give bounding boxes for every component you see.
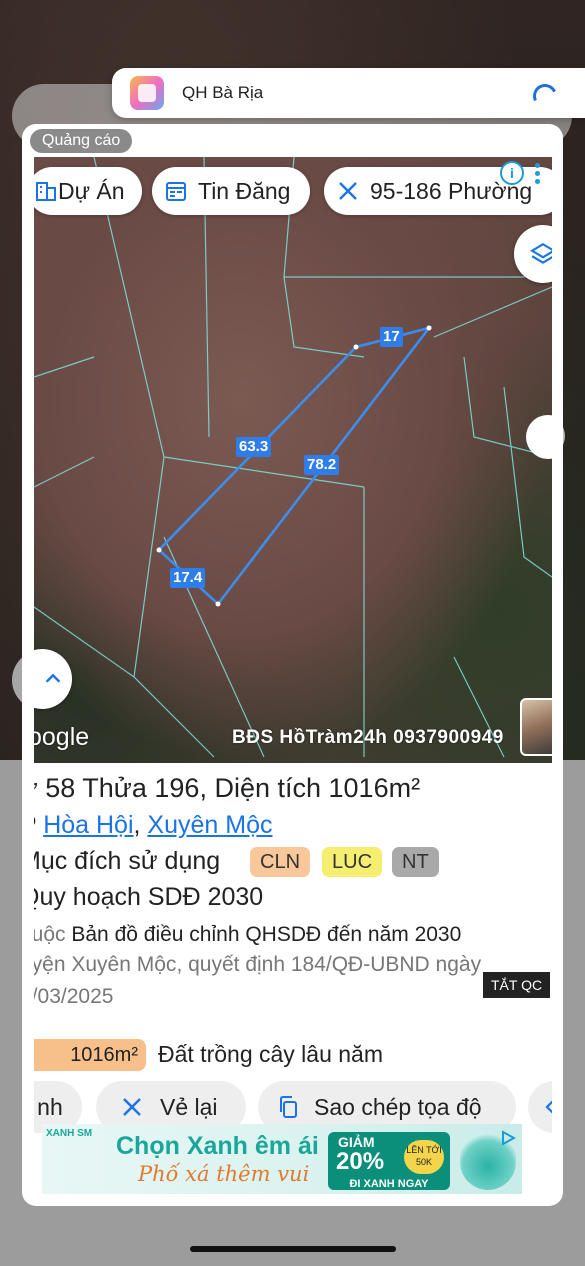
tag-cln[interactable]: CLN [250,847,311,877]
district-link[interactable]: Xuyên Mộc [147,811,272,839]
segment-length-label: 63.3 [236,437,272,457]
app-banner[interactable]: QH Bà Rịa [112,68,585,118]
brand-logo: XANH SM [46,1128,93,1139]
ad-content[interactable]: 17 63.3 78.2 17.4 Dự Án Tin Đăng 95-186 … [34,157,552,1195]
promo-value: 20% [336,1148,385,1175]
promo-headline: Chọn Xanh êm ái [116,1132,319,1160]
promo-subline: Phố xá thêm vui [138,1162,310,1186]
parcel-title: ờ 58 Thửa 196, Diện tích 1016m² [34,773,421,803]
tag-luc[interactable]: LUC [322,847,383,877]
promo-cta[interactable]: ĐI XANH NGAY [328,1178,450,1190]
calendar-icon [166,182,186,201]
chip-tin-dang[interactable]: Tin Đăng [152,167,310,215]
advertiser-thumbnail[interactable] [520,698,552,756]
commune-link[interactable]: Hòa Hội [43,811,133,839]
parcel-area: 1016 [328,773,389,803]
close-ad-button[interactable]: TẮT QC [483,972,551,998]
promo-badge: LÊN TỚI 50K [404,1140,444,1174]
segment-length-label: 17 [380,327,403,347]
ad-info-icon[interactable]: i [500,161,524,185]
area-bar: 1016m² [34,1039,146,1071]
copy-icon [280,1096,297,1118]
area-description: Đất trồng cây lâu năm [158,1041,384,1067]
plot-number: 196 [154,773,200,803]
loading-spinner-icon [529,80,561,112]
plan-date: 6/03/2025 [34,985,114,1008]
plan-decision: uyện Xuyên Mộc, quyết định 184/QĐ-UBND n… [34,953,482,976]
ruler-icon [339,182,357,200]
sheet-number: 58 [45,773,76,803]
satellite-map[interactable]: 17 63.3 78.2 17.4 Dự Án Tin Đăng 95-186 … [34,157,552,763]
chip-label: Dự Án [58,178,125,204]
parcel-location: P Hòa Hội, Xuyên Mộc [34,811,273,839]
chip-label: Tin Đăng [198,178,291,204]
app-icon [130,76,164,110]
plan-title: Quy hoạch SDĐ 2030 [34,883,264,911]
google-logo: oogle [34,723,90,751]
plan-source: huộc Bản đồ điều chỉnh QHSDĐ đến năm 203… [34,923,462,946]
code-button[interactable] [528,1081,552,1133]
ad-card[interactable]: Quảng cáo 17 63.3 78.2 17.4 Dự Án Tin Đă… [22,124,563,1206]
ad-menu-icon[interactable] [532,161,542,187]
home-indicator[interactable] [190,1246,396,1252]
building-icon [36,182,56,201]
ad-label: Quảng cáo [30,129,133,153]
code-icon [545,1100,552,1114]
parcel-overlay [34,157,552,758]
segment-length-label: 78.2 [304,455,340,475]
purpose-label: Mục đích sử dụng [34,847,221,875]
app-title: QH Bà Rịa [182,83,264,102]
chevron-up-icon [45,673,61,683]
ruler-icon [123,1098,141,1116]
adchoices-icon[interactable] [500,1130,516,1146]
chip-du-an[interactable]: Dự Án [34,167,142,215]
segment-length-label: 17.4 [170,568,206,588]
promo-discount[interactable]: GIẢM 20% LÊN TỚI 50K ĐI XANH NGAY [328,1132,450,1190]
promo-banner[interactable]: XANH SM Chọn Xanh êm ái Phố xá thêm vui … [42,1124,522,1194]
tag-nt[interactable]: NT [392,847,439,877]
watermark-text: BĐS HồTràm24h 0937900949 [232,727,504,748]
layers-icon [530,242,552,264]
